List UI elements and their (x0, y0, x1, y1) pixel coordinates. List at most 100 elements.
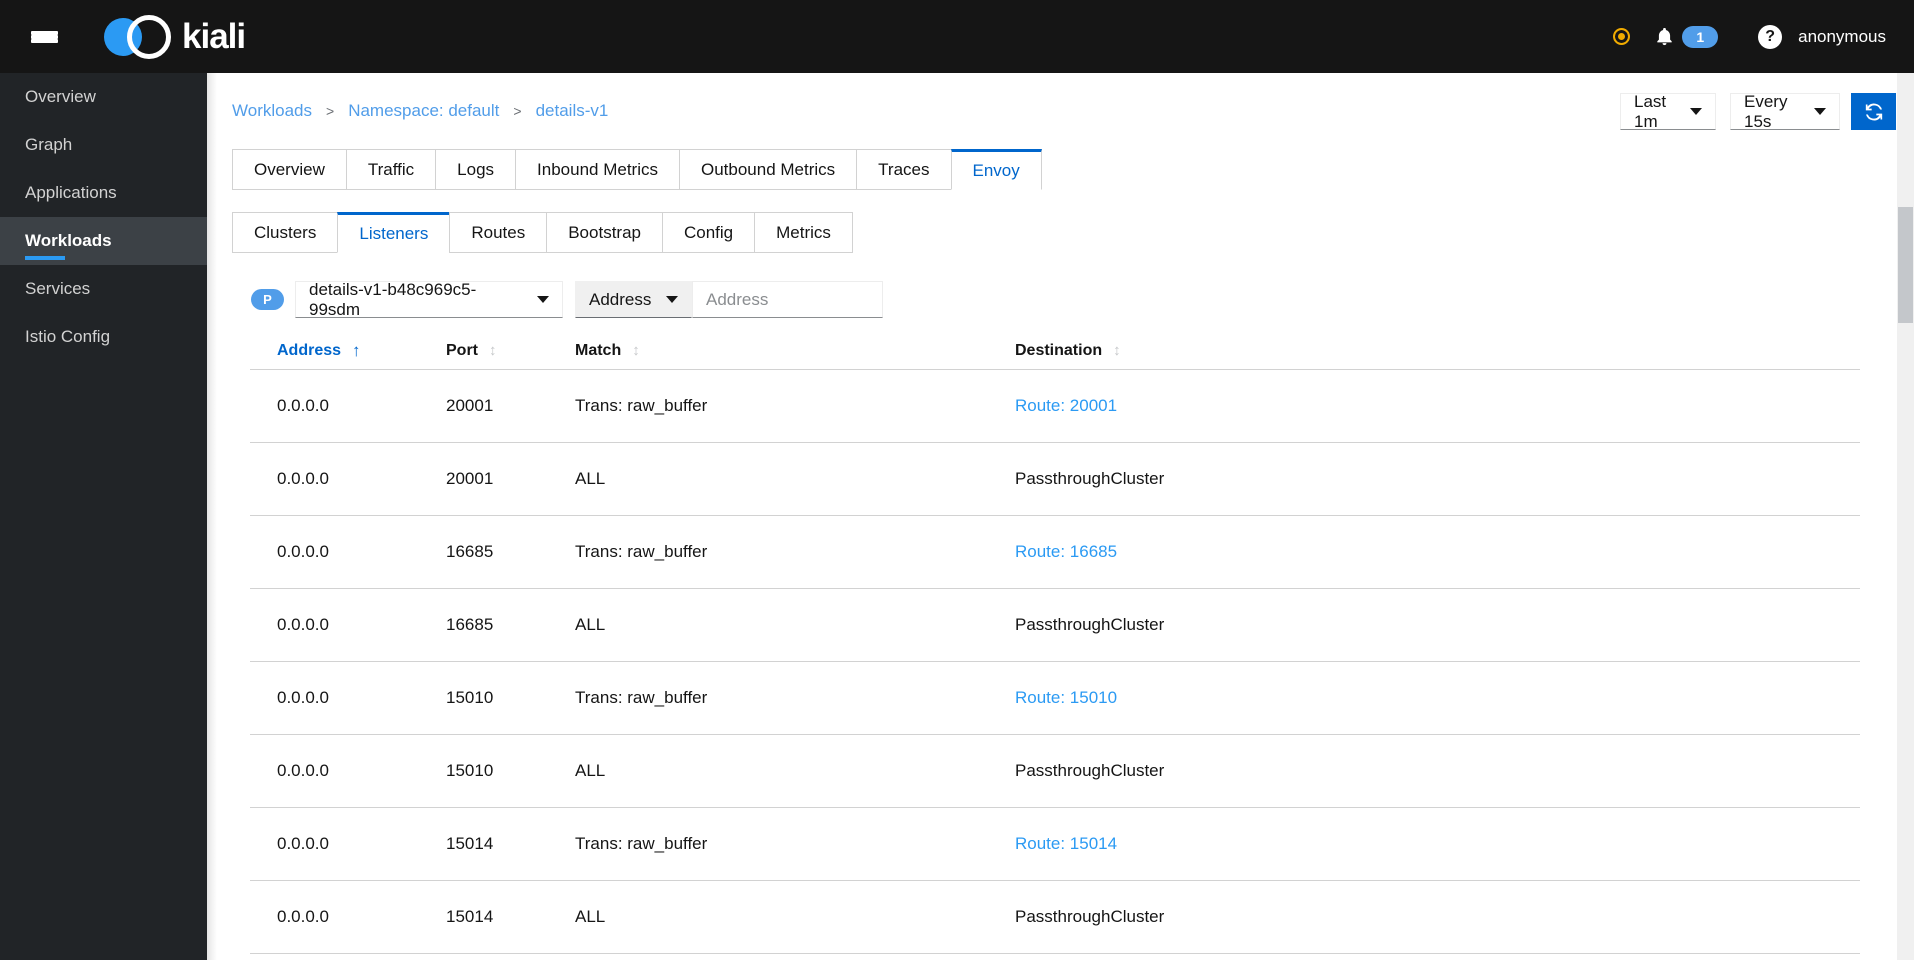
refresh-interval-select[interactable]: Every 15s (1730, 92, 1840, 131)
brand-name: kiali (182, 16, 246, 56)
tab-inbound-metrics[interactable]: Inbound Metrics (515, 149, 680, 190)
sort-asc-icon: ↑ (352, 340, 361, 360)
route-link[interactable]: Route: 20001 (1015, 396, 1860, 416)
breadcrumb-workload-name[interactable]: details-v1 (536, 101, 609, 121)
sidebar-item-graph[interactable]: Graph (0, 121, 207, 169)
sidebar-item-services[interactable]: Services (0, 265, 207, 313)
cell-match: Trans: raw_buffer (575, 542, 708, 561)
tab-bootstrap[interactable]: Bootstrap (546, 212, 663, 253)
route-link[interactable]: Route: 15010 (1015, 688, 1860, 708)
cell-match: ALL (575, 907, 606, 926)
sidebar-item-overview[interactable]: Overview (0, 73, 207, 121)
question-mark-icon: ? (1765, 27, 1775, 45)
main-content: Workloads > Namespace: default > details… (207, 73, 1914, 960)
notification-count-badge[interactable]: 1 (1682, 25, 1719, 48)
table-row: 0.0.0.0 15014 ALL PassthroughCluster (250, 881, 1860, 954)
route-link[interactable]: Route: 15014 (1015, 834, 1860, 854)
cell-port: 20001 (446, 396, 494, 415)
cell-match: Trans: raw_buffer (575, 396, 708, 415)
cell-port: 20001 (446, 469, 494, 488)
tab-logs[interactable]: Logs (435, 149, 517, 190)
column-header-port[interactable]: Port ↕ (446, 342, 575, 360)
sort-icon: ↕ (1113, 342, 1121, 359)
duration-select[interactable]: Last 1m (1620, 92, 1716, 131)
cell-address: 0.0.0.0 (277, 688, 329, 707)
pod-select[interactable]: details-v1-b48c969c5-99sdm (295, 280, 563, 319)
envoy-tabs: Clusters Listeners Routes Bootstrap Conf… (232, 212, 853, 253)
filter-toolbar: P details-v1-b48c969c5-99sdm Address (251, 280, 1914, 319)
sort-icon: ↕ (489, 342, 497, 359)
masthead: kiali 1 ? anonymous (0, 0, 1914, 73)
hamburger-icon (31, 30, 58, 43)
user-menu[interactable]: anonymous (1798, 27, 1886, 47)
breadcrumb-separator: > (326, 103, 335, 119)
kiali-logo[interactable]: kiali (104, 14, 246, 60)
column-header-match[interactable]: Match ↕ (575, 342, 1015, 360)
cell-address: 0.0.0.0 (277, 907, 329, 926)
cell-address: 0.0.0.0 (277, 396, 329, 415)
tab-metrics[interactable]: Metrics (754, 212, 853, 253)
cell-address: 0.0.0.0 (277, 469, 329, 488)
cell-match: ALL (575, 469, 606, 488)
listeners-table: Address ↑ Port ↕ Match ↕ Destination ↕ 0… (250, 332, 1860, 954)
tab-routes[interactable]: Routes (449, 212, 548, 253)
help-button[interactable]: ? (1758, 24, 1783, 49)
cell-address: 0.0.0.0 (277, 615, 329, 634)
cell-destination: PassthroughCluster (1015, 469, 1165, 488)
masthead-right: 1 ? anonymous (1613, 24, 1886, 49)
hamburger-menu-button[interactable] (25, 25, 64, 49)
bell-icon (1657, 27, 1672, 46)
table-row: 0.0.0.0 15010 Trans: raw_buffer Route: 1… (250, 662, 1860, 735)
kiali-logo-icon (104, 14, 172, 60)
sort-icon: ↕ (632, 342, 640, 359)
scrollbar-thumb[interactable] (1898, 207, 1913, 323)
workload-tabs: Overview Traffic Logs Inbound Metrics Ou… (232, 149, 1042, 190)
table-body: 0.0.0.0 20001 Trans: raw_buffer Route: 2… (250, 370, 1860, 954)
cell-destination: PassthroughCluster (1015, 761, 1165, 780)
table-row: 0.0.0.0 15014 Trans: raw_buffer Route: 1… (250, 808, 1860, 881)
table-row: 0.0.0.0 16685 Trans: raw_buffer Route: 1… (250, 516, 1860, 589)
notifications-button[interactable]: 1 (1654, 25, 1719, 48)
route-link[interactable]: Route: 16685 (1015, 542, 1860, 562)
filter-type-select[interactable]: Address (575, 281, 692, 318)
cell-match: ALL (575, 615, 606, 634)
column-header-destination[interactable]: Destination ↕ (1015, 342, 1860, 360)
sidebar-item-istio-config[interactable]: Istio Config (0, 313, 207, 361)
caret-down-icon (537, 296, 549, 303)
table-header: Address ↑ Port ↕ Match ↕ Destination ↕ (250, 332, 1860, 370)
cell-port: 16685 (446, 615, 494, 634)
cell-destination: PassthroughCluster (1015, 907, 1165, 926)
sidebar-item-workloads[interactable]: Workloads (0, 217, 207, 265)
table-row: 0.0.0.0 15010 ALL PassthroughCluster (250, 735, 1860, 808)
sidebar: Overview Graph Applications Workloads Se… (0, 73, 207, 960)
cell-port: 15014 (446, 834, 494, 853)
cell-address: 0.0.0.0 (277, 542, 329, 561)
tab-overview[interactable]: Overview (232, 149, 347, 190)
column-header-address[interactable]: Address ↑ (277, 341, 446, 361)
caret-down-icon (1690, 108, 1702, 115)
breadcrumb-workloads[interactable]: Workloads (232, 101, 312, 121)
tab-clusters[interactable]: Clusters (232, 212, 339, 253)
breadcrumb-separator: > (513, 103, 522, 119)
cell-match: Trans: raw_buffer (575, 834, 708, 853)
tab-listeners[interactable]: Listeners (337, 212, 451, 253)
breadcrumb-namespace[interactable]: Namespace: default (348, 101, 499, 121)
tab-traffic[interactable]: Traffic (345, 149, 437, 190)
tab-config[interactable]: Config (661, 212, 756, 253)
tab-outbound-metrics[interactable]: Outbound Metrics (678, 149, 858, 190)
caret-down-icon (1814, 108, 1826, 115)
table-row: 0.0.0.0 20001 Trans: raw_buffer Route: 2… (250, 370, 1860, 443)
caret-down-icon (666, 296, 678, 303)
breadcrumb: Workloads > Namespace: default > details… (232, 101, 608, 121)
tab-envoy[interactable]: Envoy (950, 149, 1042, 190)
cell-destination: PassthroughCluster (1015, 615, 1165, 634)
cell-address: 0.0.0.0 (277, 761, 329, 780)
tab-traces[interactable]: Traces (856, 149, 952, 190)
mesh-status-icon[interactable] (1613, 28, 1631, 45)
refresh-button[interactable] (1851, 93, 1896, 130)
vertical-scrollbar[interactable] (1897, 73, 1914, 960)
page-header: Workloads > Namespace: default > details… (207, 73, 1914, 131)
sidebar-item-applications[interactable]: Applications (0, 169, 207, 217)
cell-port: 15010 (446, 688, 494, 707)
address-filter-input[interactable] (692, 281, 883, 318)
